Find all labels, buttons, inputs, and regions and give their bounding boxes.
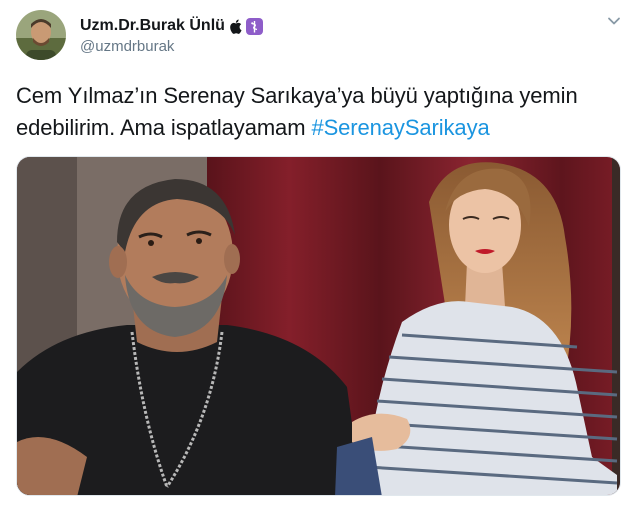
- avatar[interactable]: [16, 10, 66, 60]
- apple-icon: [229, 19, 242, 34]
- tweet-body: Cem Yılmaz’ın Serenay Sarıkaya’ya büyü y…: [16, 83, 578, 140]
- author-name-row: Uzm.Dr.Burak Ünlü: [80, 15, 263, 37]
- display-name[interactable]: Uzm.Dr.Burak Ünlü: [80, 17, 225, 35]
- tweet-text: Cem Yılmaz’ın Serenay Sarıkaya’ya büyü y…: [16, 80, 621, 144]
- media-photo[interactable]: [16, 156, 621, 496]
- hashtag-link[interactable]: #SerenaySarikaya: [311, 115, 489, 140]
- author-handle[interactable]: @uzmdrburak: [80, 38, 174, 55]
- tweet-card: Uzm.Dr.Burak Ünlü @uzmdrburak Cem Yılmaz…: [0, 0, 635, 513]
- photo-illustration: [17, 157, 620, 495]
- chevron-down-icon[interactable]: [607, 14, 621, 28]
- staff-of-asclepius-icon: [245, 17, 263, 35]
